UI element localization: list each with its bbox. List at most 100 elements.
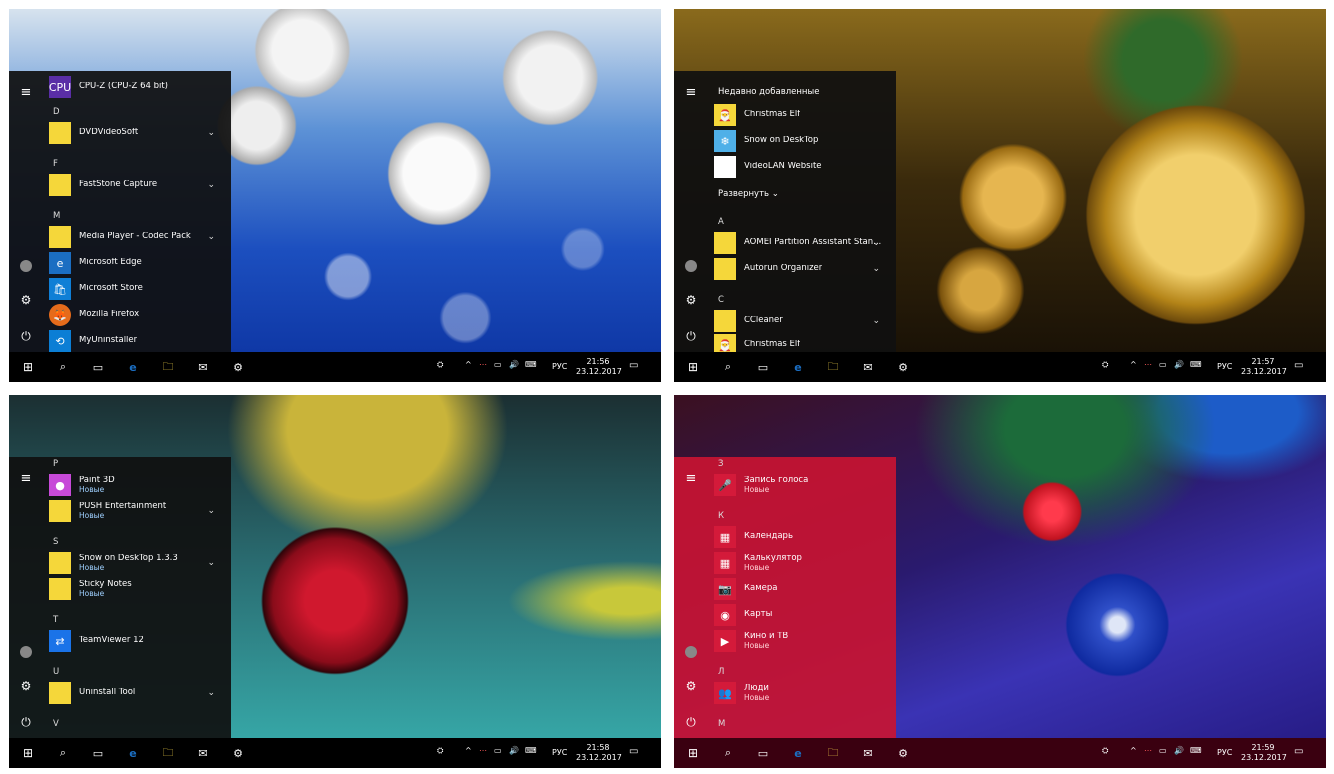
list-item[interactable]: DVDVideoSoft ⌄ — [49, 121, 229, 145]
list-item[interactable]: Media Player - Codec Pack ⌄ — [49, 225, 229, 249]
group-letter[interactable]: S — [53, 537, 58, 547]
search-icon[interactable]: ⌕ — [719, 744, 737, 762]
chevron-down-icon[interactable]: ⌄ — [872, 264, 880, 274]
edge-icon[interactable]: e — [789, 744, 807, 762]
group-letter[interactable]: F — [53, 159, 58, 169]
power-icon[interactable]: ⏻ — [682, 713, 700, 731]
file-explorer-icon[interactable]: 🗀 — [159, 744, 177, 762]
list-item[interactable]: Snow on DeskTop 1.3.3 Новые ⌄ — [49, 551, 229, 575]
people-icon[interactable]: ⛭ — [1102, 360, 1108, 370]
tray-overflow-icon[interactable]: ^ — [1130, 360, 1137, 369]
edge-icon[interactable]: e — [789, 358, 807, 376]
chevron-down-icon[interactable]: ⌄ — [207, 180, 215, 190]
people-icon[interactable]: ⛭ — [437, 746, 443, 756]
user-icon[interactable] — [17, 257, 35, 275]
search-icon[interactable]: ⌕ — [54, 744, 72, 762]
network-icon[interactable]: ⋯ — [1144, 360, 1152, 369]
settings-icon[interactable]: ⚙ — [894, 358, 912, 376]
keyboard-icon[interactable]: ⌨ — [525, 746, 537, 755]
notification-icon[interactable]: ▭ — [629, 746, 638, 757]
settings-icon[interactable]: ⚙ — [229, 358, 247, 376]
volume-icon[interactable]: 🔊 — [1174, 746, 1184, 755]
user-icon[interactable] — [682, 257, 700, 275]
file-explorer-icon[interactable]: 🗀 — [824, 744, 842, 762]
start-icon[interactable]: ⊞ — [19, 358, 37, 376]
chevron-down-icon[interactable]: ⌄ — [872, 238, 880, 248]
start-icon[interactable]: ⊞ — [19, 744, 37, 762]
user-icon[interactable] — [682, 643, 700, 661]
list-item[interactable]: ● Paint 3D Новые — [49, 473, 229, 497]
group-letter[interactable]: C — [718, 295, 724, 305]
network-icon[interactable]: ⋯ — [479, 360, 487, 369]
list-item[interactable]: CCleaner ⌄ — [714, 309, 894, 333]
clock[interactable]: 21:59 23.12.2017 — [1241, 743, 1287, 763]
list-item[interactable]: 👥 Люди Новые — [714, 681, 894, 705]
list-item[interactable]: ◉ Карты — [714, 603, 894, 627]
language-indicator[interactable]: РУС — [1217, 362, 1232, 371]
list-item[interactable]: 📷 Камера — [714, 577, 894, 601]
tray-overflow-icon[interactable]: ^ — [465, 746, 472, 755]
mail-icon[interactable]: ✉ — [194, 358, 212, 376]
keyboard-icon[interactable]: ⌨ — [1190, 746, 1202, 755]
task-view-icon[interactable]: ▭ — [754, 358, 772, 376]
gear-icon[interactable]: ⚙ — [682, 677, 700, 695]
language-indicator[interactable]: РУС — [552, 362, 567, 371]
list-item[interactable]: 🎅 Christmas Elf — [714, 103, 894, 127]
search-icon[interactable]: ⌕ — [54, 358, 72, 376]
file-explorer-icon[interactable]: 🗀 — [824, 358, 842, 376]
group-letter[interactable]: D — [53, 107, 60, 117]
clock[interactable]: 21:56 23.12.2017 — [576, 357, 622, 377]
notification-icon[interactable]: ▭ — [629, 360, 638, 371]
chevron-down-icon[interactable]: ⌄ — [207, 128, 215, 138]
mail-icon[interactable]: ✉ — [859, 358, 877, 376]
list-item[interactable]: ▦ Календарь — [714, 525, 894, 549]
mail-icon[interactable]: ✉ — [859, 744, 877, 762]
network-icon[interactable]: ⋯ — [479, 746, 487, 755]
list-item[interactable]: Uninstall Tool ⌄ — [49, 681, 229, 705]
list-item[interactable]: AOMEI Partition Assistant Stan... ⌄ — [714, 231, 894, 255]
start-icon[interactable]: ⊞ — [684, 358, 702, 376]
list-item[interactable]: 🦊 Mozilla Firefox — [49, 303, 229, 327]
list-item[interactable]: 🎅 Christmas Elf — [714, 333, 894, 352]
power-icon[interactable]: ⏻ — [682, 327, 700, 345]
gear-icon[interactable]: ⚙ — [17, 291, 35, 309]
group-letter[interactable]: P — [53, 459, 58, 469]
group-letter[interactable]: Л — [718, 667, 724, 677]
user-icon[interactable] — [17, 643, 35, 661]
volume-icon[interactable]: 🔊 — [509, 746, 519, 755]
list-item[interactable]: ❄ Snow on DeskTop — [714, 129, 894, 153]
network-icon[interactable]: ⋯ — [1144, 746, 1152, 755]
edge-icon[interactable]: e — [124, 744, 142, 762]
list-item[interactable]: 🛍 Microsoft Store — [49, 277, 229, 301]
edge-icon[interactable]: e — [124, 358, 142, 376]
mail-icon[interactable]: ✉ — [194, 744, 212, 762]
people-icon[interactable]: ⛭ — [437, 360, 443, 370]
volume-icon[interactable]: 🔊 — [1174, 360, 1184, 369]
language-indicator[interactable]: РУС — [1217, 748, 1232, 757]
file-explorer-icon[interactable]: 🗀 — [159, 358, 177, 376]
start-icon[interactable]: ⊞ — [684, 744, 702, 762]
group-letter[interactable]: К — [718, 511, 724, 521]
gear-icon[interactable]: ⚙ — [17, 677, 35, 695]
notification-icon[interactable]: ▭ — [1294, 746, 1303, 757]
settings-icon[interactable]: ⚙ — [229, 744, 247, 762]
power-icon[interactable]: ⏻ — [17, 713, 35, 731]
chevron-down-icon[interactable]: ⌄ — [207, 506, 215, 516]
task-view-icon[interactable]: ▭ — [89, 744, 107, 762]
gear-icon[interactable]: ⚙ — [682, 291, 700, 309]
search-icon[interactable]: ⌕ — [719, 358, 737, 376]
task-view-icon[interactable]: ▭ — [89, 358, 107, 376]
settings-icon[interactable]: ⚙ — [894, 744, 912, 762]
keyboard-icon[interactable]: ⌨ — [1190, 360, 1202, 369]
expand-link[interactable]: Развернуть ⌄ — [718, 189, 779, 199]
chevron-down-icon[interactable]: ⌄ — [872, 316, 880, 326]
keyboard-icon[interactable]: ⌨ — [525, 360, 537, 369]
list-item[interactable]: ▦ Калькулятор Новые — [714, 551, 894, 575]
list-item[interactable]: ⟲ MyUninstaller — [49, 329, 229, 352]
menu-icon[interactable]: ≡ — [17, 83, 35, 101]
group-letter[interactable]: М — [718, 719, 725, 729]
chevron-down-icon[interactable]: ⌄ — [207, 558, 215, 568]
group-letter[interactable]: V — [53, 719, 59, 729]
notification-icon[interactable]: ▭ — [1294, 360, 1303, 371]
tray-overflow-icon[interactable]: ^ — [1130, 746, 1137, 755]
